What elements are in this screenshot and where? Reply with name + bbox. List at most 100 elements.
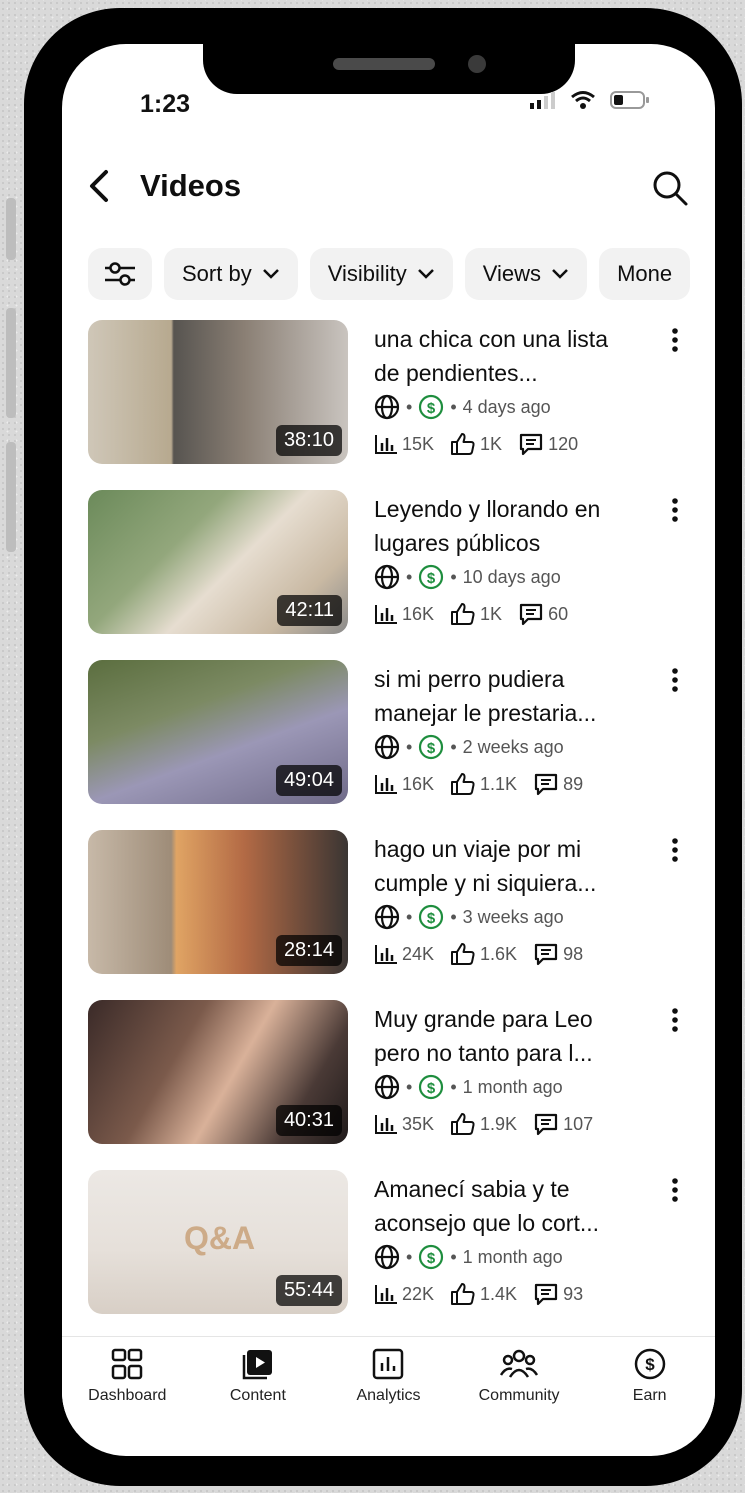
comment-icon	[519, 433, 543, 456]
video-row[interactable]: 28:14 hago un viaje por mi cumple y ni s…	[88, 830, 715, 1000]
separator: •	[406, 566, 413, 587]
views-stat: 15K	[374, 433, 434, 455]
video-title[interactable]: Leyendo y llorando en lugares públicos	[374, 492, 639, 560]
thumbs-up-icon	[451, 603, 475, 625]
video-stats: 24K 1.6K 98	[374, 942, 591, 966]
video-meta: • $ • 10 days ago	[374, 564, 561, 590]
views-count: 35K	[402, 1113, 435, 1134]
more-options-icon[interactable]	[670, 326, 680, 354]
views-stat: 16K	[374, 603, 434, 625]
tab-content[interactable]: Content	[198, 1337, 318, 1433]
video-title[interactable]: Amanecí sabia y te aconsejo que lo cort.…	[374, 1172, 639, 1240]
video-title[interactable]: si mi perro pudiera manejar le prestaria…	[374, 662, 639, 730]
tab-community[interactable]: Community	[459, 1337, 579, 1433]
monetization-chip[interactable]: Mone	[599, 248, 691, 300]
thumbs-up-icon	[451, 773, 475, 795]
video-title[interactable]: Muy grande para Leo pero no tanto para l…	[374, 1002, 639, 1070]
back-arrow-icon[interactable]	[86, 168, 114, 204]
comment-icon	[534, 1283, 558, 1306]
status-time: 1:23	[140, 90, 191, 118]
views-count: 24K	[402, 943, 435, 964]
separator: •	[406, 736, 413, 757]
video-row[interactable]: 49:04 si mi perro pudiera manejar le pre…	[88, 660, 715, 830]
status-icons	[530, 90, 650, 110]
video-list: 38:10 una chica con una lista de pendien…	[88, 320, 715, 1340]
analytics-icon	[373, 1348, 404, 1380]
tab-label: Dashboard	[88, 1387, 167, 1404]
earn-icon: $	[634, 1348, 665, 1380]
video-row[interactable]: 42:11 Leyendo y llorando en lugares públ…	[88, 490, 715, 660]
tab-label: Earn	[632, 1387, 667, 1404]
more-options-icon[interactable]	[670, 1176, 680, 1204]
comments-stat: 107	[533, 1112, 593, 1136]
comment-icon	[534, 773, 558, 796]
comments-count: 93	[563, 1283, 584, 1304]
video-title[interactable]: hago un viaje por mi cumple y ni siquier…	[374, 832, 639, 900]
tab-label: Analytics	[356, 1387, 421, 1404]
video-stats: 15K 1K 120	[374, 432, 586, 456]
video-meta: • $ • 1 month ago	[374, 1074, 563, 1100]
views-chip[interactable]: Views	[464, 248, 588, 300]
chevron-down-icon	[417, 269, 434, 279]
sliders-icon	[105, 262, 135, 286]
views-count: 16K	[402, 773, 435, 794]
speaker	[333, 58, 435, 70]
comments-count: 60	[548, 603, 569, 624]
video-age: 3 weeks ago	[462, 906, 564, 927]
separator: •	[406, 1076, 413, 1097]
front-camera	[468, 55, 486, 73]
video-thumbnail[interactable]: 49:04	[88, 660, 348, 804]
likes-stat: 1.1K	[450, 772, 517, 796]
video-thumbnail[interactable]: 38:10	[88, 320, 348, 464]
video-title[interactable]: una chica con una lista de pendientes...	[374, 322, 639, 390]
views-stat: 24K	[374, 943, 434, 965]
signal-icon	[530, 92, 555, 109]
comments-count: 120	[548, 433, 579, 454]
separator: •	[450, 736, 457, 757]
video-thumbnail[interactable]: 42:11	[88, 490, 348, 634]
svg-text:$: $	[427, 910, 436, 927]
separator: •	[406, 906, 413, 927]
comments-stat: 60	[518, 602, 568, 626]
monetization-icon: $	[419, 734, 444, 760]
tab-earn[interactable]: $ Earn	[590, 1337, 710, 1433]
search-icon[interactable]	[650, 168, 690, 208]
more-options-icon[interactable]	[670, 836, 680, 864]
chevron-down-icon	[262, 269, 279, 279]
video-stats: 35K 1.9K 107	[374, 1112, 601, 1136]
video-row[interactable]: 40:31 Muy grande para Leo pero no tanto …	[88, 1000, 715, 1170]
likes-count: 1K	[480, 433, 503, 454]
more-options-icon[interactable]	[670, 666, 680, 694]
likes-stat: 1.9K	[450, 1112, 517, 1136]
monetization-icon: $	[419, 564, 444, 590]
more-options-icon[interactable]	[670, 496, 680, 524]
video-row[interactable]: 38:10 una chica con una lista de pendien…	[88, 320, 715, 490]
battery-icon	[610, 91, 649, 109]
video-meta: • $ • 2 weeks ago	[374, 734, 564, 760]
more-options-icon[interactable]	[670, 1006, 680, 1034]
likes-stat: 1K	[450, 432, 502, 456]
video-thumbnail[interactable]: Q&A 55:44	[88, 1170, 348, 1314]
content-icon	[242, 1350, 272, 1380]
video-age: 4 days ago	[462, 396, 551, 417]
filter-settings-button[interactable]	[88, 248, 152, 300]
views-count: 16K	[402, 603, 435, 624]
phone-side-button	[6, 198, 16, 260]
video-stats: 16K 1K 60	[374, 602, 576, 626]
video-thumbnail[interactable]: 40:31	[88, 1000, 348, 1144]
tab-dashboard[interactable]: Dashboard	[67, 1337, 187, 1433]
tab-analytics[interactable]: Analytics	[328, 1337, 448, 1433]
thumbs-up-icon	[451, 943, 475, 965]
chip-label: Views	[482, 261, 542, 286]
notch	[203, 44, 575, 94]
video-thumbnail[interactable]: 28:14	[88, 830, 348, 974]
svg-text:$: $	[427, 570, 436, 587]
video-duration: 42:11	[277, 595, 342, 626]
video-stats: 22K 1.4K 93	[374, 1282, 591, 1306]
video-row[interactable]: Q&A 55:44 Amanecí sabia y te aconsejo qu…	[88, 1170, 715, 1340]
phone-frame: 1:23 Videos Sort by Visibility Views Mon…	[24, 8, 742, 1486]
comments-count: 89	[563, 773, 584, 794]
sort-by-chip[interactable]: Sort by	[164, 248, 298, 300]
video-age: 1 month ago	[462, 1076, 563, 1097]
visibility-chip[interactable]: Visibility	[309, 248, 453, 300]
